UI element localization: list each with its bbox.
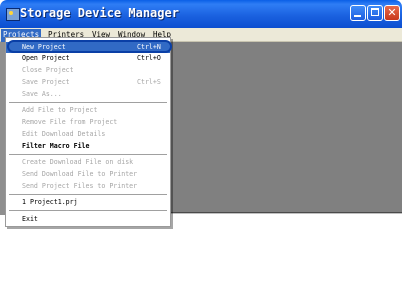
menu-separator: [9, 210, 167, 211]
maximize-button[interactable]: [367, 5, 383, 21]
menu-item-label: Filter Macro File: [22, 142, 90, 150]
menu-item-edit-download-details[interactable]: Edit Download Details: [6, 129, 170, 140]
menu-item-add-file[interactable]: Add File to Project: [6, 105, 170, 116]
menu-item-recent-project1[interactable]: 1 Project1.prj: [6, 197, 170, 208]
app-icon: [6, 8, 20, 21]
menu-separator: [9, 194, 167, 195]
output-pane: [0, 215, 402, 306]
menu-item-filter-macro-file[interactable]: Filter Macro File: [6, 141, 170, 152]
menu-item-label: Send Download File to Printer: [22, 170, 138, 178]
menu-item-shortcut: Ctrl+O: [137, 54, 161, 62]
title-bar[interactable]: Storage Device Manager ✕: [0, 0, 402, 28]
menu-item-save-as[interactable]: Save As...: [6, 89, 170, 100]
menu-item-label: Remove File from Project: [22, 118, 118, 126]
menu-item-label: Close Project: [22, 66, 74, 74]
menu-item-label: Add File to Project: [22, 106, 98, 114]
maximize-icon: [371, 8, 379, 16]
annotation-outline: [7, 40, 172, 53]
menu-item-label: Edit Download Details: [22, 130, 106, 138]
menu-item-label: Create Download File on disk: [22, 158, 134, 166]
menu-item-label: Save Project: [22, 78, 70, 86]
menu-item-open-project[interactable]: Open Project Ctrl+O: [6, 53, 170, 64]
menu-item-shortcut: Ctrl+S: [137, 78, 161, 86]
close-icon: ✕: [387, 6, 397, 19]
menu-separator: [9, 154, 167, 155]
close-button[interactable]: ✕: [384, 5, 400, 21]
minimize-button[interactable]: [350, 5, 366, 21]
menu-item-close-project[interactable]: Close Project: [6, 65, 170, 76]
menu-item-label: 1 Project1.prj: [22, 198, 78, 206]
minimize-icon: [354, 15, 361, 17]
menu-item-save-project[interactable]: Save Project Ctrl+S: [6, 77, 170, 88]
menu-item-create-download-file[interactable]: Create Download File on disk: [6, 157, 170, 168]
menu-separator: [9, 102, 167, 103]
workspace-divider-highlight: [170, 213, 402, 214]
menu-item-label: Exit: [22, 215, 38, 223]
menu-item-send-download-file[interactable]: Send Download File to Printer: [6, 169, 170, 180]
menu-item-label: Send Project Files to Printer: [22, 182, 138, 190]
projects-menu: New Project Ctrl+N Open Project Ctrl+O C…: [5, 37, 171, 227]
menu-item-label: Open Project: [22, 54, 70, 62]
menu-item-send-project-files[interactable]: Send Project Files to Printer: [6, 181, 170, 192]
menu-item-exit[interactable]: Exit: [6, 214, 170, 225]
menu-item-label: Save As...: [22, 90, 62, 98]
workspace-area: [170, 42, 402, 213]
window-title: Storage Device Manager: [20, 6, 179, 20]
menu-item-remove-file[interactable]: Remove File from Project: [6, 117, 170, 128]
